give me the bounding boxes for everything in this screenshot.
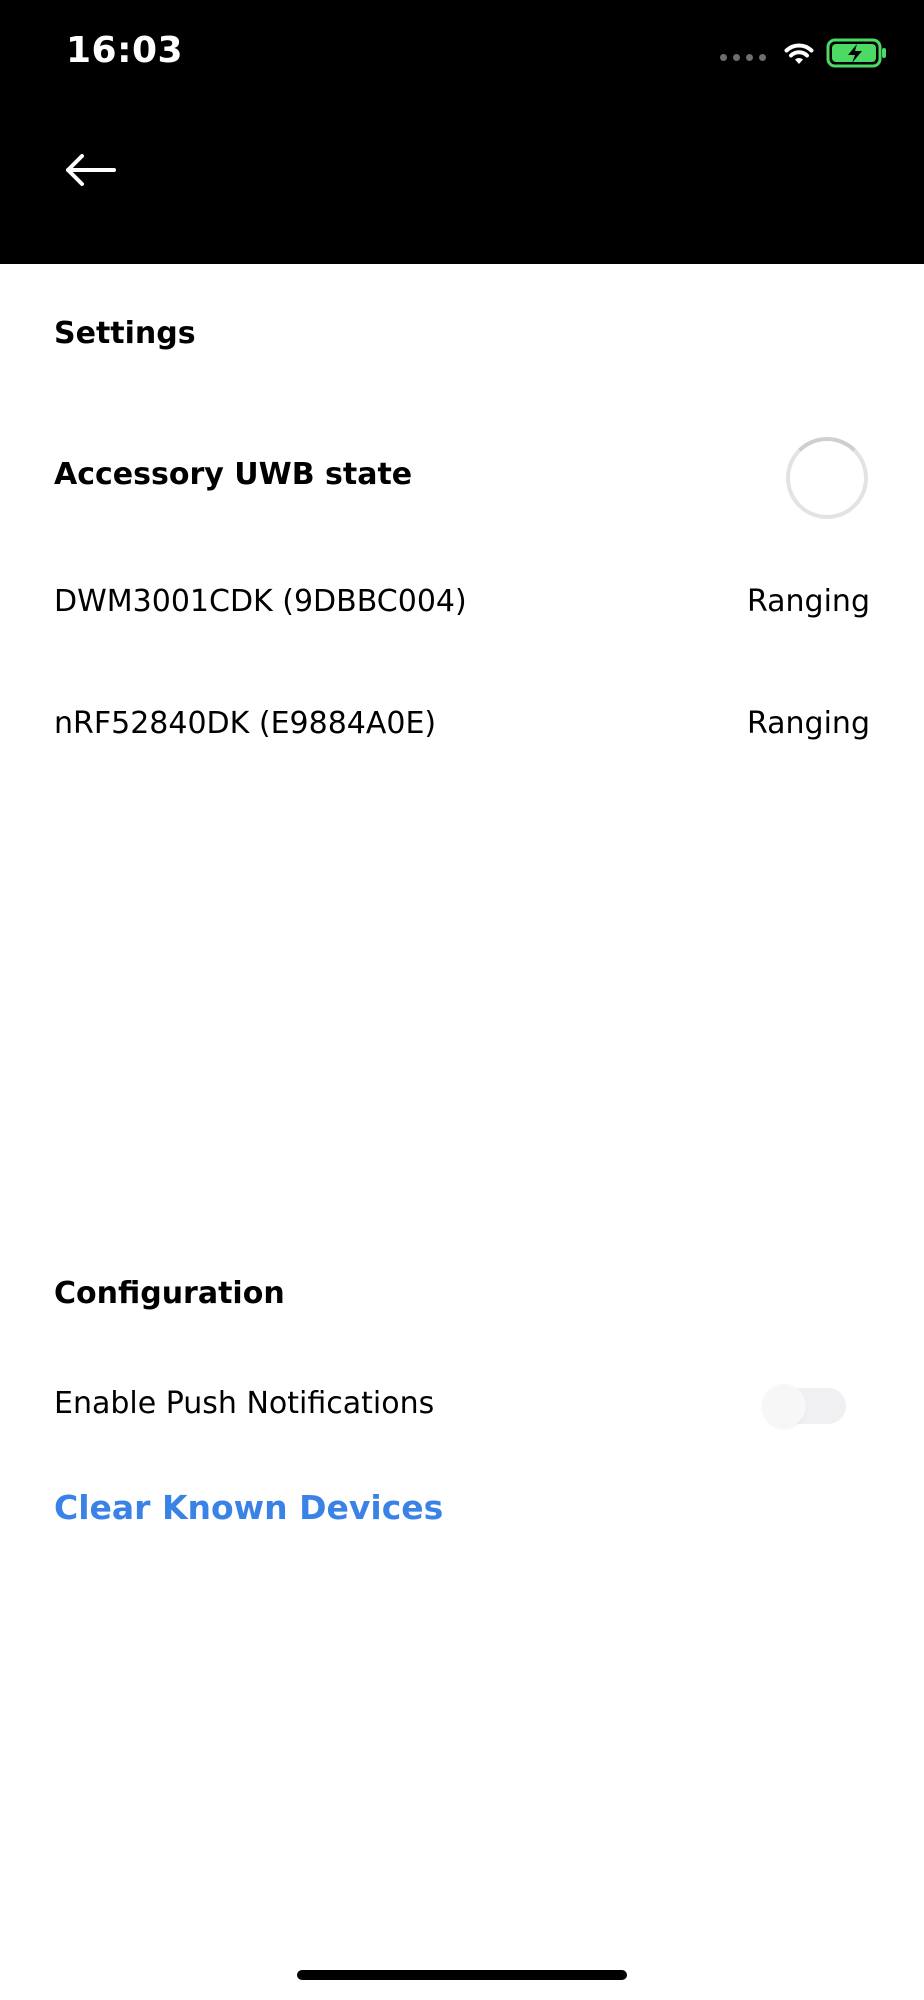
top-bar: 16:03 [0, 0, 924, 264]
status-time: 16:03 [66, 30, 184, 71]
device-status: Ranging [746, 706, 870, 741]
toggle-knob [762, 1384, 806, 1428]
status-icons [720, 38, 888, 68]
loading-spinner-icon [786, 437, 868, 519]
push-notifications-label: Enable Push Notifications [54, 1386, 435, 1421]
home-indicator[interactable] [297, 1970, 627, 1980]
uwb-state-label: Accessory UWB state [54, 457, 413, 492]
back-button[interactable] [62, 150, 132, 210]
arrow-left-icon [66, 154, 116, 186]
cellular-signal-icon [720, 53, 766, 61]
push-notifications-toggle[interactable] [762, 1384, 846, 1428]
wifi-icon [784, 43, 814, 64]
clear-known-devices-button[interactable]: Clear Known Devices [54, 1488, 443, 1527]
battery-charging-icon [826, 38, 886, 68]
device-status: Ranging [746, 584, 870, 619]
configuration-title: Configuration [54, 1276, 285, 1311]
device-name: DWM3001CDK (9DBBC004) [54, 584, 467, 619]
device-name: nRF52840DK (E9884A0E) [54, 706, 437, 741]
settings-title: Settings [54, 316, 196, 351]
